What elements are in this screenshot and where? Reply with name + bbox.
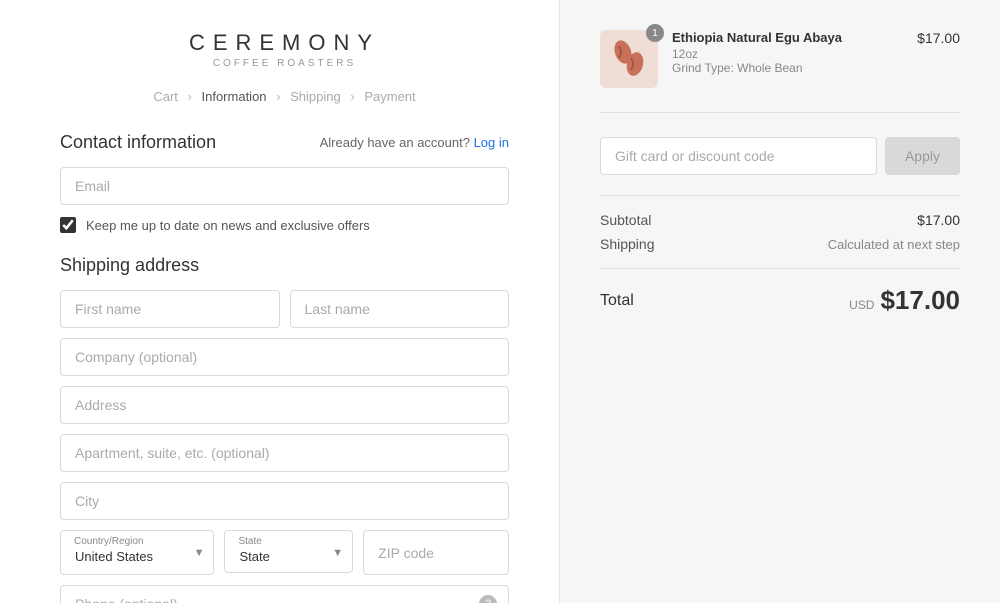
product-row: 1 Ethiopia Natural Egu Abaya 12oz Grind … xyxy=(600,30,960,113)
shipping-value: Calculated at next step xyxy=(828,237,960,252)
phone-field[interactable] xyxy=(60,585,509,603)
logo-title: CEREMONY xyxy=(60,30,509,56)
apt-field[interactable] xyxy=(60,434,509,472)
breadcrumb-cart[interactable]: Cart xyxy=(153,89,178,104)
breadcrumb-payment[interactable]: Payment xyxy=(364,89,415,104)
company-field[interactable] xyxy=(60,338,509,376)
contact-section-header: Contact information Already have an acco… xyxy=(60,132,509,153)
product-image-wrap: 1 xyxy=(600,30,658,88)
shipping-title: Shipping address xyxy=(60,255,509,276)
right-panel: 1 Ethiopia Natural Egu Abaya 12oz Grind … xyxy=(560,0,1000,603)
newsletter-label: Keep me up to date on news and exclusive… xyxy=(86,218,370,233)
city-group xyxy=(60,482,509,520)
product-thumbnail-icon xyxy=(609,34,649,84)
shipping-label: Shipping xyxy=(600,236,655,252)
shipping-line: Shipping Calculated at next step xyxy=(600,236,960,252)
total-currency: USD xyxy=(849,298,874,312)
discount-row: Apply xyxy=(600,137,960,175)
city-field[interactable] xyxy=(60,482,509,520)
logo-subtitle: COFFEE ROASTERS xyxy=(60,58,509,69)
breadcrumb-shipping[interactable]: Shipping xyxy=(290,89,341,104)
grand-total-value: USD $17.00 xyxy=(849,285,960,316)
newsletter-checkbox[interactable] xyxy=(60,217,76,233)
apt-group xyxy=(60,434,509,472)
left-panel: CEREMONY COFFEE ROASTERS Cart › Informat… xyxy=(0,0,560,603)
country-select[interactable]: United States xyxy=(60,530,214,575)
address-field[interactable] xyxy=(60,386,509,424)
total-label: Total xyxy=(600,292,634,310)
location-row: Country/Region United States ▼ State Sta… xyxy=(60,530,509,575)
contact-title: Contact information xyxy=(60,132,216,153)
product-detail1: 12oz xyxy=(672,47,903,61)
total-amount: $17.00 xyxy=(880,285,960,316)
sep3: › xyxy=(350,89,354,104)
product-name: Ethiopia Natural Egu Abaya xyxy=(672,30,903,45)
state-wrap: State State ▼ xyxy=(224,530,353,575)
totals-section: Subtotal $17.00 Shipping Calculated at n… xyxy=(600,195,960,316)
name-row xyxy=(60,290,509,328)
product-detail2: Grind Type: Whole Bean xyxy=(672,61,903,75)
product-info: Ethiopia Natural Egu Abaya 12oz Grind Ty… xyxy=(672,30,903,75)
sep2: › xyxy=(276,89,280,104)
address-group xyxy=(60,386,509,424)
shipping-section: Shipping address Country/Region United S… xyxy=(60,255,509,603)
state-select[interactable]: State xyxy=(224,530,353,573)
login-anchor[interactable]: Log in xyxy=(474,135,509,150)
company-group xyxy=(60,338,509,376)
breadcrumb: Cart › Information › Shipping › Payment xyxy=(60,89,509,104)
product-quantity-badge: 1 xyxy=(646,24,664,42)
newsletter-row: Keep me up to date on news and exclusive… xyxy=(60,217,509,233)
email-group xyxy=(60,167,509,205)
subtotal-value: $17.00 xyxy=(917,212,960,228)
logo-area: CEREMONY COFFEE ROASTERS xyxy=(60,30,509,69)
product-price: $17.00 xyxy=(917,30,960,46)
email-field[interactable] xyxy=(60,167,509,205)
first-name-field[interactable] xyxy=(60,290,280,328)
grand-total-line: Total USD $17.00 xyxy=(600,268,960,316)
login-link: Already have an account? Log in xyxy=(320,135,509,150)
breadcrumb-information[interactable]: Information xyxy=(202,89,267,104)
zip-field[interactable] xyxy=(363,530,509,575)
phone-group: ? xyxy=(60,585,509,603)
country-wrap: Country/Region United States ▼ xyxy=(60,530,214,575)
subtotal-line: Subtotal $17.00 xyxy=(600,212,960,228)
subtotal-label: Subtotal xyxy=(600,212,651,228)
last-name-field[interactable] xyxy=(290,290,510,328)
apply-button[interactable]: Apply xyxy=(885,137,960,175)
discount-input[interactable] xyxy=(600,137,877,175)
sep1: › xyxy=(188,89,192,104)
